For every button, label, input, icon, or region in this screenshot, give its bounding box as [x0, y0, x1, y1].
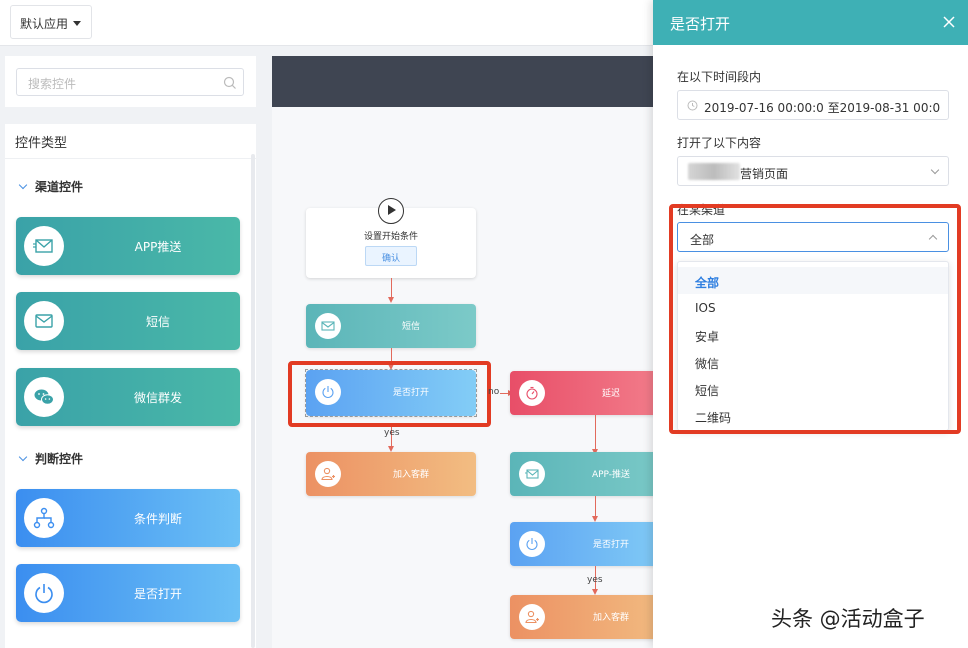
arrow-down-icon: [388, 297, 394, 303]
start-node[interactable]: 设置开始条件 确认: [306, 198, 476, 278]
confirm-button[interactable]: 确认: [365, 246, 417, 266]
control-sms[interactable]: 短信: [16, 292, 240, 350]
app-push-icon: [519, 461, 545, 487]
section-channel-controls[interactable]: 渠道控件: [17, 178, 83, 195]
start-node-label: 设置开始条件: [363, 232, 418, 242]
content-select[interactable]: 营销页面: [677, 156, 949, 186]
node-delay[interactable]: 延迟: [510, 371, 672, 415]
close-icon[interactable]: [942, 15, 956, 29]
panel-scrollbar[interactable]: [251, 154, 255, 648]
node-sms[interactable]: 短信: [306, 304, 476, 348]
control-label: 条件判断: [133, 512, 182, 526]
chevron-down-icon: [18, 180, 28, 190]
drawer-header: 是否打开: [653, 0, 968, 45]
edge-line: [391, 278, 392, 298]
timer-icon: [519, 380, 545, 406]
control-condition-judge[interactable]: 条件判断: [16, 489, 240, 547]
time-range-label: 在以下时间段内: [677, 70, 762, 84]
app-push-icon: [24, 226, 64, 266]
search-placeholder: 搜索控件: [28, 77, 77, 91]
user-add-icon: [315, 461, 341, 487]
play-icon: [378, 198, 404, 224]
edge-line: [595, 496, 596, 517]
control-label: 微信群发: [133, 391, 182, 405]
node-label: 加入客群: [392, 470, 429, 480]
search-icon: [223, 76, 236, 89]
flow-canvas[interactable]: 设置开始条件 确认 短信 是否打开 yes 加入客群 no 延迟 APP-推送 …: [272, 56, 672, 648]
section-label: 渠道控件: [35, 180, 84, 194]
caret-down-icon: [73, 21, 81, 26]
node-add-group[interactable]: 加入客群: [306, 452, 476, 496]
section-label: 判断控件: [35, 452, 84, 466]
search-input[interactable]: 搜索控件: [16, 68, 244, 96]
branch-icon: [24, 498, 64, 538]
canvas-toolbar: [272, 56, 672, 107]
control-label: APP推送: [134, 240, 182, 254]
redacted-block: [688, 163, 740, 180]
section-judge-controls[interactable]: 判断控件: [17, 450, 83, 467]
content-select-value: 营销页面: [740, 167, 789, 181]
chevron-down-icon: [930, 165, 940, 175]
user-add-icon: [519, 604, 545, 630]
date-range-input[interactable]: 2019-07-16 00:00:0 至2019-08-31 00:00:0: [677, 90, 949, 120]
divider: [5, 158, 256, 159]
watermark: 头条 @活动盒子: [771, 607, 925, 631]
drawer-title: 是否打开: [670, 15, 731, 33]
date-range-value: 2019-07-16 00:00:0 至2019-08-31 00:00:0: [704, 101, 940, 115]
edge-label-yes: yes: [587, 575, 603, 585]
power-icon: [519, 531, 545, 557]
panel-title: 控件类型: [15, 136, 68, 151]
control-wechat-broadcast[interactable]: 微信群发: [16, 368, 240, 426]
clock-icon: [687, 100, 698, 111]
control-is-open[interactable]: 是否打开: [16, 564, 240, 622]
sms-icon: [24, 301, 64, 341]
node-label: 短信: [401, 322, 420, 332]
power-icon: [24, 573, 64, 613]
node-app-push[interactable]: APP-推送: [510, 452, 672, 496]
highlight-box: [288, 361, 491, 427]
app-select-value: 默认应用: [20, 17, 69, 31]
edge-line: [595, 415, 596, 450]
wechat-icon: [24, 377, 64, 417]
highlight-box: [669, 204, 961, 434]
sms-icon: [315, 313, 341, 339]
control-type-panel: 控件类型 渠道控件 APP推送 短信 微信群发 判断控件 条件判断 是否打开: [5, 124, 256, 648]
control-label: 是否打开: [133, 587, 182, 601]
node-add-group-2[interactable]: 加入客群: [510, 595, 672, 639]
search-panel: 搜索控件: [5, 56, 256, 107]
app-select[interactable]: 默认应用: [10, 5, 92, 39]
content-label: 打开了以下内容: [677, 136, 762, 150]
edge-label-no: no: [488, 387, 500, 397]
chevron-down-icon: [18, 452, 28, 462]
control-app-push[interactable]: APP推送: [16, 217, 240, 275]
node-is-open-2[interactable]: 是否打开: [510, 522, 672, 566]
edge-label-yes: yes: [384, 428, 400, 438]
control-label: 短信: [145, 315, 170, 329]
